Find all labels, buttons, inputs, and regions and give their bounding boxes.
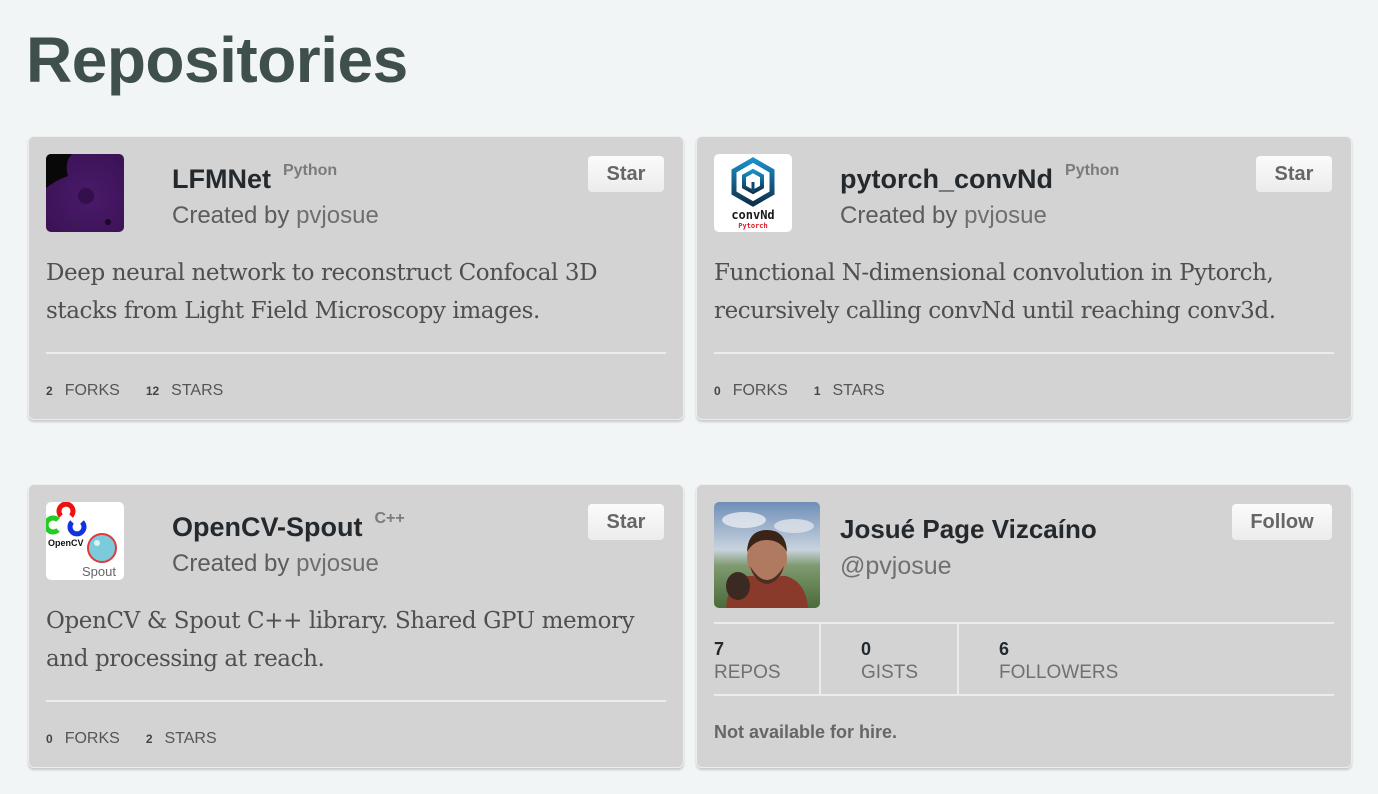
stars-count: 1 [813,384,821,398]
spout-logo-text: Spout [82,564,116,579]
opencv-logo-text: OpenCV [48,538,84,548]
created-by-label: Created by [172,202,297,229]
repo-creator: Created by pvjosue [840,202,1047,230]
stars-count: 12 [145,384,160,398]
repo-card-pytorch-convnd: convNd Pytorch pytorch_convNd Python Crea… [696,136,1352,420]
repo-name-link[interactable]: LFMNet [172,164,271,194]
repo-card-lfmnet: LFMNet Python Created by pvjosue Star Dee… [28,136,684,420]
stat-label: GISTS [861,662,919,683]
divider [46,700,666,702]
repo-description: OpenCV & Spout C++ library. Shared GPU m… [46,608,635,672]
star-button[interactable]: Star [588,156,664,192]
convnd-logo-icon: convNd Pytorch [714,154,792,232]
repo-creator: Created by pvjosue [172,550,379,578]
forks-count: 2 [46,384,53,398]
owner-link[interactable]: pvjosue [296,202,379,229]
microscopy-image-icon [46,154,124,232]
repo-name-link[interactable]: OpenCV-Spout [172,512,363,542]
profile-name[interactable]: Josué Page Vizcaíno [840,514,1097,545]
repo-creator: Created by pvjosue [172,202,379,230]
forks-count: 0 [714,384,721,398]
repo-description: Deep neural network to reconstruct Confo… [46,260,598,324]
repo-name-link[interactable]: pytorch_convNd [840,164,1053,194]
forks-count: 0 [46,732,53,746]
stat-value: 6 [999,639,1010,659]
star-button[interactable]: Star [1256,156,1332,192]
follow-button[interactable]: Follow [1232,504,1332,540]
repo-title[interactable]: LFMNet Python [172,162,338,195]
profile-photo-icon [714,502,820,608]
repo-avatar [46,154,124,232]
divider [714,352,1334,354]
forks-label: FORKS [64,730,120,747]
stars-label: STARS [832,382,885,399]
forks-label: FORKS [64,382,120,399]
profile-stats: 7 REPOS 0 GISTS 6 FOLLOWERS [714,622,1334,696]
forks-label: FORKS [732,382,788,399]
owner-link[interactable]: pvjosue [296,550,379,577]
stat-label: REPOS [714,662,781,683]
stars-label: STARS [164,730,217,747]
repo-stats: 0 FORKS 2 STARS [46,730,217,748]
divider [46,352,666,354]
repo-description: Functional N-dimensional convolution in … [714,260,1276,324]
repo-avatar: OpenCV Spout [46,502,124,580]
stat-value: 0 [861,639,872,659]
created-by-label: Created by [172,550,297,577]
profile-card: Josué Page Vizcaíno @pvjosue Follow 7 RE… [696,484,1352,768]
stat-repos[interactable]: 7 REPOS [714,624,821,694]
opencv-spout-logo-icon: OpenCV Spout [46,502,124,580]
repo-language: C++ [374,510,405,527]
star-button[interactable]: Star [588,504,664,540]
repo-stats: 2 FORKS 12 STARS [46,382,223,400]
profile-avatar[interactable] [714,502,820,608]
repo-title[interactable]: OpenCV-Spout C++ [172,510,405,543]
stars-label: STARS [171,382,224,399]
page-title: Repositories [26,24,408,96]
stat-gists[interactable]: 0 GISTS [821,624,959,694]
convnd-logo-text: convNd [731,208,774,222]
hire-status: Not available for hire. [714,722,898,742]
repo-card-opencv-spout: OpenCV Spout OpenCV-Spout C++ Created by … [28,484,684,768]
stat-value: 7 [714,639,725,659]
repo-stats: 0 FORKS 1 STARS [714,382,885,400]
repo-language: Python [1065,162,1120,179]
stat-label: FOLLOWERS [999,662,1119,683]
repo-language: Python [282,162,338,179]
repo-title[interactable]: pytorch_convNd Python [840,162,1120,195]
stars-count: 2 [145,732,153,746]
stat-followers[interactable]: 6 FOLLOWERS [959,624,1334,694]
repo-avatar: convNd Pytorch [714,154,792,232]
owner-link[interactable]: pvjosue [964,202,1047,229]
convnd-logo-subtext: Pytorch [738,222,768,230]
created-by-label: Created by [840,202,965,229]
profile-handle[interactable]: @pvjosue [840,552,952,581]
